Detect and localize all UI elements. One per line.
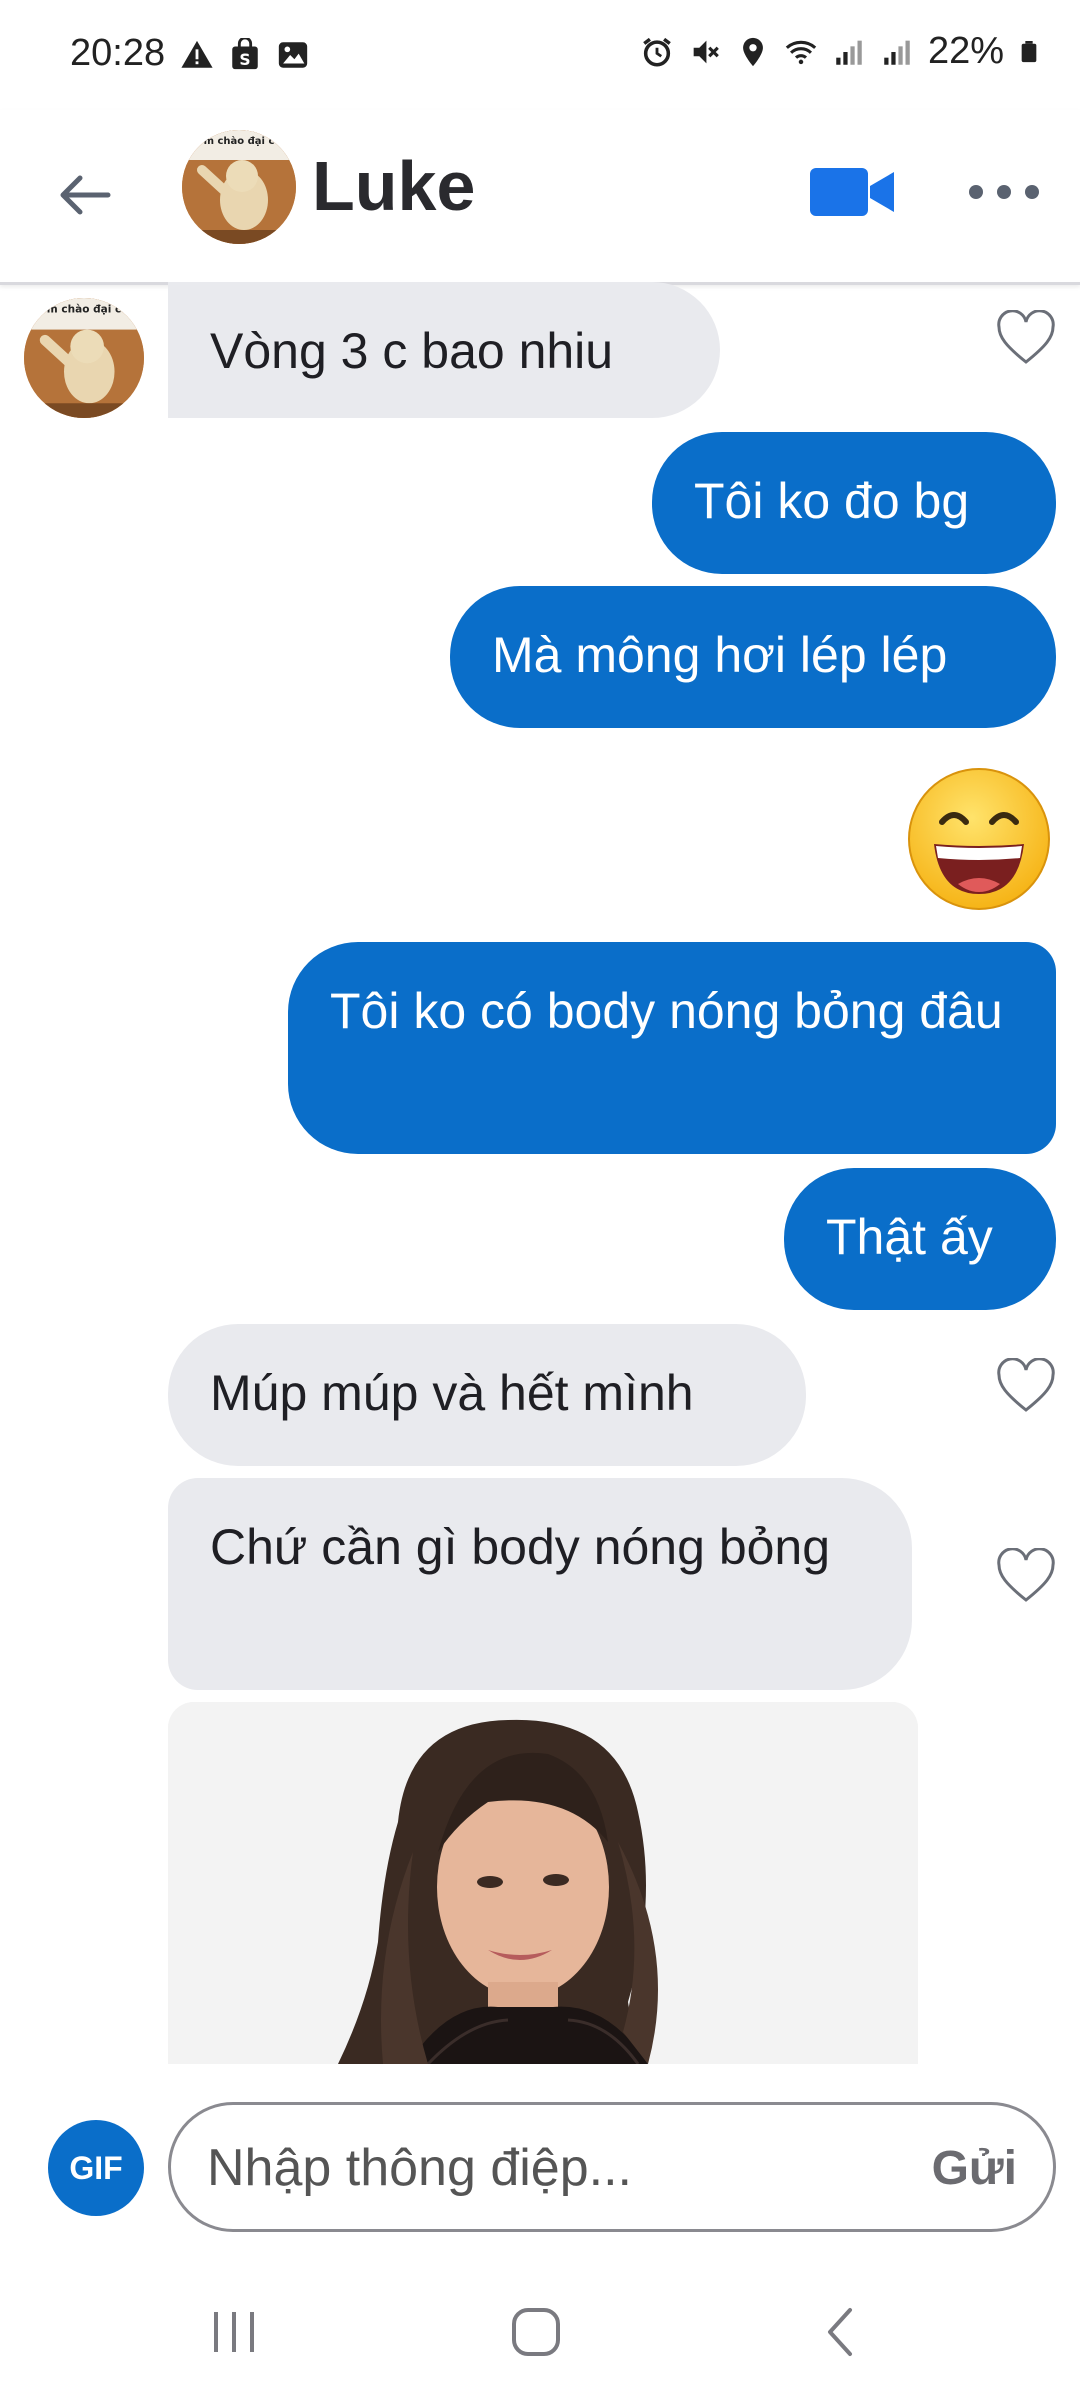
message-bubble-incoming[interactable]: Chứ cần gì body nóng bỏng xyxy=(168,1478,912,1690)
message-composer: GIF Gửi xyxy=(0,2064,1080,2244)
sender-avatar[interactable]: m chào đại c xyxy=(24,298,144,418)
message-bubble-outgoing[interactable]: Mà mông hơi lép lép xyxy=(450,586,1056,728)
warning-icon xyxy=(181,40,213,68)
battery-percent: 22% xyxy=(927,30,1004,72)
gif-button[interactable]: GIF xyxy=(48,2120,144,2216)
message-text: Thật ấy xyxy=(826,1209,993,1265)
back-arrow-icon[interactable] xyxy=(50,160,120,230)
message-bubble-incoming[interactable]: Múp múp và hết mình xyxy=(168,1324,806,1466)
heart-icon[interactable] xyxy=(996,310,1056,366)
message-text: Vòng 3 c bao nhiu xyxy=(210,323,614,379)
heart-icon[interactable] xyxy=(996,1358,1056,1414)
signal-icon xyxy=(884,40,910,65)
video-camera-icon[interactable] xyxy=(808,162,898,222)
heart-icon[interactable] xyxy=(996,1548,1056,1604)
image-icon xyxy=(278,42,308,68)
signal-icon xyxy=(836,40,862,65)
contact-avatar[interactable]: m chào đại c xyxy=(182,130,296,244)
avatar-caption: m chào đại c xyxy=(47,304,121,316)
message-text: Chứ cần gì body nóng bỏng xyxy=(210,1519,831,1575)
message-text: Mà mông hơi lép lép xyxy=(492,627,948,683)
status-time: 20:28 xyxy=(70,32,166,74)
back-nav-icon[interactable] xyxy=(812,2302,872,2362)
message-text: Múp múp và hết mình xyxy=(210,1365,694,1421)
send-button[interactable]: Gửi xyxy=(932,2141,1017,2196)
status-bar: 20:28 S 22% xyxy=(0,0,1080,110)
dog-avatar-image: m chào đại c xyxy=(24,298,144,418)
message-text: Tôi ko đo bg xyxy=(694,473,970,529)
mute-icon xyxy=(693,40,719,63)
home-icon[interactable] xyxy=(506,2302,566,2362)
message-bubble-outgoing[interactable]: Thật ấy xyxy=(784,1168,1056,1310)
recent-apps-icon[interactable] xyxy=(204,2302,264,2362)
dog-avatar-image: m chào đại c xyxy=(182,130,296,244)
alarm-icon xyxy=(643,37,671,67)
woman-portrait-photo xyxy=(168,1702,918,2064)
more-dots-icon[interactable] xyxy=(966,172,1042,212)
message-image[interactable] xyxy=(168,1702,918,2064)
shop-icon: S xyxy=(232,38,258,70)
message-text: Tôi ko có body nóng bỏng đâu xyxy=(330,983,1003,1039)
svg-text:S: S xyxy=(239,51,250,69)
wifi-icon xyxy=(785,40,817,64)
battery-icon xyxy=(1021,40,1037,62)
location-icon xyxy=(743,37,763,66)
contact-name[interactable]: Luke xyxy=(312,146,475,226)
chat-header: m chào đại c Luke xyxy=(0,110,1080,285)
message-bubble-outgoing[interactable]: Tôi ko có body nóng bỏng đâu xyxy=(288,942,1056,1154)
message-input-container: Gửi xyxy=(168,2102,1056,2232)
system-nav-bar xyxy=(0,2244,1080,2400)
message-input[interactable] xyxy=(205,2131,889,2205)
message-bubble-outgoing[interactable]: Tôi ko đo bg xyxy=(652,432,1056,574)
message-bubble-incoming[interactable]: Vòng 3 c bao nhiu xyxy=(168,282,720,418)
grinning-emoji[interactable] xyxy=(906,766,1052,912)
avatar-caption: m chào đại c xyxy=(204,135,275,147)
